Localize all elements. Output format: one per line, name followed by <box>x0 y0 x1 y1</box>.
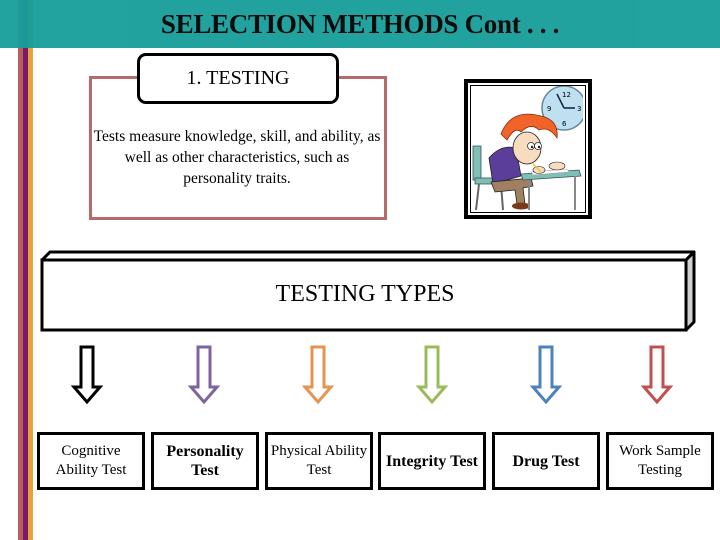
slide-title: SELECTION METHODS Cont . . . <box>160 8 560 39</box>
down-arrow-icon <box>302 345 334 405</box>
definition-text: Tests measure knowledge, skill, and abil… <box>93 128 381 187</box>
clock-9: 9 <box>547 105 551 113</box>
student-illustration-svg: 12 3 6 9 <box>472 86 585 211</box>
down-arrow-icon <box>188 345 220 405</box>
down-arrow-icon <box>641 345 673 405</box>
illustration-frame: 12 3 6 9 <box>464 79 592 219</box>
testing-type-box: Work Sample Testing <box>606 432 714 490</box>
desk-icon <box>520 168 582 210</box>
title-bar: SELECTION METHODS Cont . . . <box>0 0 720 48</box>
student-pants <box>490 177 534 205</box>
testing-type-box: Personality Test <box>151 432 259 490</box>
arrow-shape <box>641 345 673 405</box>
testing-type-label: Integrity Test <box>386 452 478 470</box>
clock-6: 6 <box>562 120 567 128</box>
testing-type-label: Work Sample Testing <box>619 443 701 478</box>
testing-types-heading: TESTING TYPES <box>275 281 455 307</box>
down-arrow-icon <box>530 345 562 405</box>
testing-type-label: Physical Ability Test <box>270 443 368 478</box>
arrow-shape <box>530 345 562 405</box>
student-shoe <box>512 202 530 210</box>
arrow-shape <box>416 345 448 405</box>
down-arrow-icon <box>71 345 103 405</box>
testing-type-box: Drug Test <box>492 432 600 490</box>
testing-type-box: Cognitive Ability Test <box>37 432 145 490</box>
arrow-shape <box>188 345 220 405</box>
student-test-illustration: 12 3 6 9 <box>468 83 588 215</box>
testing-type-box: Integrity Test <box>378 432 486 490</box>
testing-type-box: Physical Ability Test <box>265 432 373 490</box>
clock-12: 12 <box>562 91 571 99</box>
arrow-shape <box>71 345 103 405</box>
left-stripe-orange <box>28 0 33 540</box>
arrow-shape <box>302 345 334 405</box>
testing-type-label: Drug Test <box>512 452 580 470</box>
clock-3: 3 <box>577 105 581 113</box>
section-label: 1. TESTING <box>137 53 339 104</box>
testing-type-label: Personality Test <box>166 443 244 479</box>
down-arrow-icon <box>416 345 448 405</box>
testing-type-label: Cognitive Ability Test <box>55 443 127 478</box>
